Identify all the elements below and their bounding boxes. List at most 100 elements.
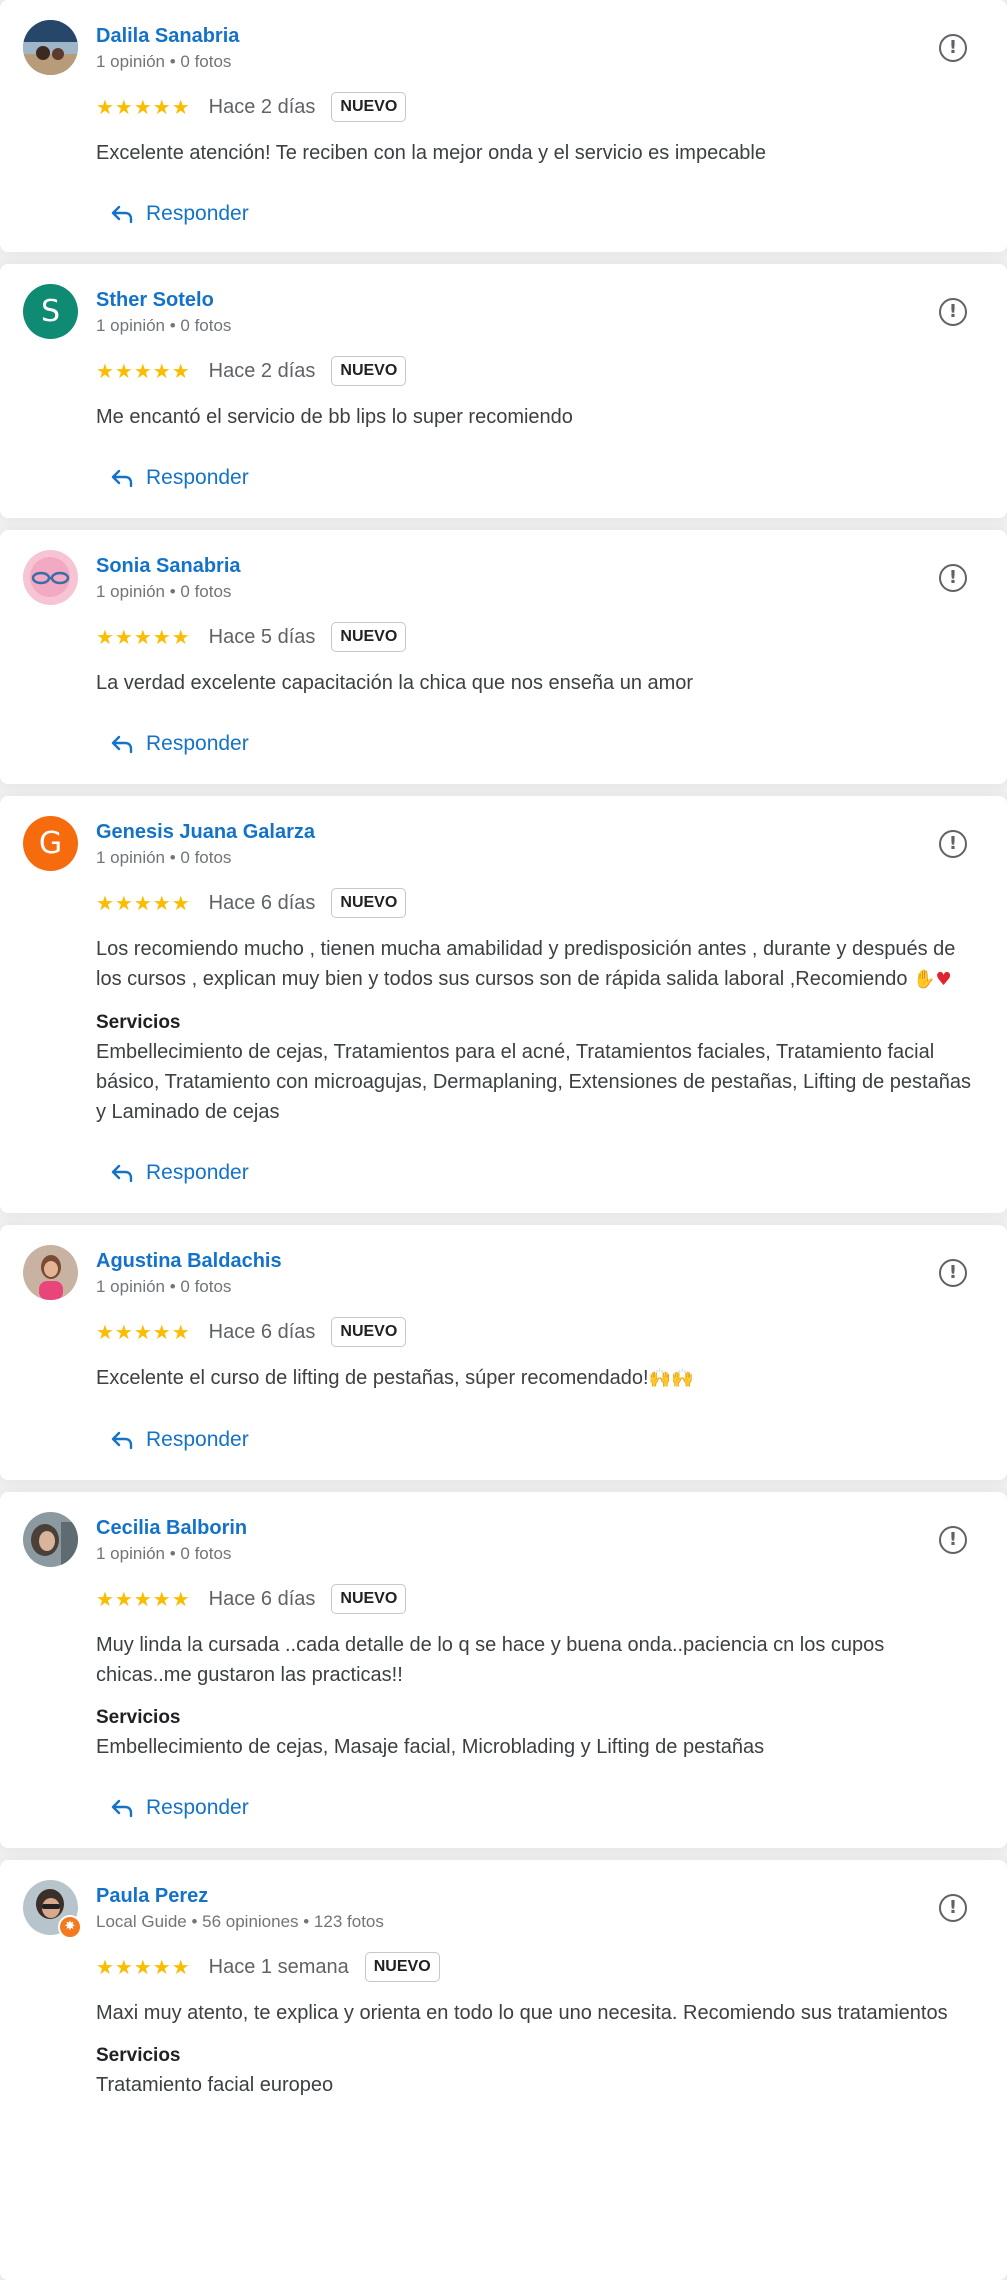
rating-row: ★★★★★ Hace 2 días NUEVO <box>96 352 981 390</box>
reply-button[interactable]: Responder <box>110 728 981 760</box>
avatar-photo <box>23 1512 78 1567</box>
services-title: Servicios <box>96 2045 181 2066</box>
reply-icon <box>110 734 134 754</box>
reviewer-meta: 1 opinión • 0 fotos <box>96 1277 232 1296</box>
services-title: Servicios <box>96 1012 181 1033</box>
reviewer-name[interactable]: Genesis Juana Galarza <box>96 818 981 846</box>
avatar-initial: G <box>38 826 63 861</box>
review-text-content: Los recomiendo mucho , tienen mucha amab… <box>96 938 956 990</box>
reply-label: Responder <box>146 1428 249 1451</box>
services-title: Servicios <box>96 1707 181 1728</box>
star-rating: ★★★★★ <box>96 1320 191 1344</box>
star-rating: ★★★★★ <box>96 1587 191 1611</box>
reply-button[interactable]: Responder <box>110 198 981 230</box>
new-badge: NUEVO <box>364 1952 440 1982</box>
avatar[interactable] <box>23 1245 78 1300</box>
report-icon[interactable]: ! <box>939 34 967 62</box>
avatar-photo <box>23 1245 78 1300</box>
reviewer-name[interactable]: Sonia Sanabria <box>96 552 981 580</box>
review-time: Hace 6 días <box>208 1587 316 1610</box>
review-time: Hace 6 días <box>208 1320 316 1343</box>
report-icon[interactable]: ! <box>939 1259 967 1287</box>
services-section: Servicios Tratamiento facial europeo <box>96 2042 981 2100</box>
report-icon[interactable]: ! <box>939 564 967 592</box>
review-time: Hace 5 días <box>208 625 316 648</box>
local-guide-star-icon: ✸ <box>58 1915 82 1939</box>
reply-icon <box>110 468 134 488</box>
reply-icon <box>110 204 134 224</box>
review-text: Excelente el curso de lifting de pestaña… <box>96 1363 981 1394</box>
rating-row: ★★★★★ Hace 5 días NUEVO <box>96 618 981 656</box>
avatar[interactable]: G <box>23 816 78 871</box>
services-list: Embellecimiento de cejas, Tratamientos p… <box>96 1041 971 1123</box>
reviewer-meta: 1 opinión • 0 fotos <box>96 848 232 867</box>
reviewer-meta: 1 opinión • 0 fotos <box>96 1544 232 1563</box>
avatar-photo <box>23 20 78 75</box>
reply-button[interactable]: Responder <box>110 1792 981 1824</box>
new-badge: NUEVO <box>331 92 407 122</box>
report-icon[interactable]: ! <box>939 830 967 858</box>
palm-emoji-icon: ✋ <box>913 969 936 990</box>
review-text: Los recomiendo mucho , tienen mucha amab… <box>96 934 981 995</box>
reply-icon <box>110 1430 134 1450</box>
reply-label: Responder <box>146 1796 249 1819</box>
reply-button[interactable]: Responder <box>110 462 981 494</box>
reviews-list: Dalila Sanabria 1 opinión • 0 fotos ! ★★… <box>0 0 1007 2280</box>
new-badge: NUEVO <box>331 1584 407 1614</box>
services-list: Embellecimiento de cejas, Masaje facial,… <box>96 1736 765 1758</box>
review-time: Hace 2 días <box>208 359 316 382</box>
review-card: G Genesis Juana Galarza 1 opinión • 0 fo… <box>0 796 1007 1213</box>
reply-label: Responder <box>146 202 249 225</box>
raised-hands-emoji-icon: 🙌🙌 <box>648 1368 694 1389</box>
avatar[interactable]: S <box>23 284 78 339</box>
reviewer-meta: Local Guide • 56 opiniones • 123 fotos <box>96 1912 384 1931</box>
reviewer-meta: 1 opinión • 0 fotos <box>96 316 232 335</box>
review-text: Muy linda la cursada ..cada detalle de l… <box>96 1634 885 1686</box>
reviewer-name[interactable]: Cecilia Balborin <box>96 1514 981 1542</box>
reply-label: Responder <box>146 466 249 489</box>
report-icon[interactable]: ! <box>939 1526 967 1554</box>
star-rating: ★★★★★ <box>96 891 191 915</box>
heart-emoji-icon: ♥ <box>935 969 952 990</box>
review-text: La verdad excelente capacitación la chic… <box>96 672 694 694</box>
new-badge: NUEVO <box>331 622 407 652</box>
reply-icon <box>110 1798 134 1818</box>
review-card: Cecilia Balborin 1 opinión • 0 fotos ! ★… <box>0 1492 1007 1848</box>
star-rating: ★★★★★ <box>96 625 191 649</box>
reviewer-name[interactable]: Sther Sotelo <box>96 286 981 314</box>
review-card: Sonia Sanabria 1 opinión • 0 fotos ! ★★★… <box>0 530 1007 784</box>
new-badge: NUEVO <box>331 1317 407 1347</box>
review-time: Hace 6 días <box>208 891 316 914</box>
rating-row: ★★★★★ Hace 6 días NUEVO <box>96 1580 981 1618</box>
review-time: Hace 1 semana <box>208 1955 349 1978</box>
report-icon[interactable]: ! <box>939 1894 967 1922</box>
avatar[interactable]: ✸ <box>23 1880 82 1939</box>
report-icon[interactable]: ! <box>939 298 967 326</box>
review-text: Me encantó el servicio de bb lips lo sup… <box>96 406 573 428</box>
review-card: S Sther Sotelo 1 opinión • 0 fotos ! ★★★… <box>0 264 1007 518</box>
avatar[interactable] <box>23 20 78 75</box>
avatar[interactable] <box>23 550 78 605</box>
reviewer-name[interactable]: Dalila Sanabria <box>96 22 981 50</box>
review-text: Excelente atención! Te reciben con la me… <box>96 142 766 164</box>
star-rating: ★★★★★ <box>96 1955 191 1979</box>
review-text: Maxi muy atento, te explica y orienta en… <box>96 2002 948 2024</box>
reply-button[interactable]: Responder <box>110 1157 981 1189</box>
reviewer-name[interactable]: Agustina Baldachis <box>96 1247 981 1275</box>
services-list: Tratamiento facial europeo <box>96 2074 334 2096</box>
reply-icon <box>110 1163 134 1183</box>
avatar[interactable] <box>23 1512 78 1567</box>
avatar-initial: S <box>40 294 61 329</box>
avatar-photo <box>23 550 78 605</box>
review-card: Agustina Baldachis 1 opinión • 0 fotos !… <box>0 1225 1007 1480</box>
reviewer-name[interactable]: Paula Perez <box>96 1882 981 1910</box>
reply-label: Responder <box>146 732 249 755</box>
reply-button[interactable]: Responder <box>110 1424 981 1456</box>
rating-row: ★★★★★ Hace 6 días NUEVO <box>96 1313 981 1351</box>
rating-row: ★★★★★ Hace 2 días NUEVO <box>96 88 981 126</box>
reviewer-meta: 1 opinión • 0 fotos <box>96 52 232 71</box>
review-time: Hace 2 días <box>208 95 316 118</box>
new-badge: NUEVO <box>331 356 407 386</box>
new-badge: NUEVO <box>331 888 407 918</box>
review-card: ✸ Paula Perez Local Guide • 56 opiniones… <box>0 1860 1007 2280</box>
